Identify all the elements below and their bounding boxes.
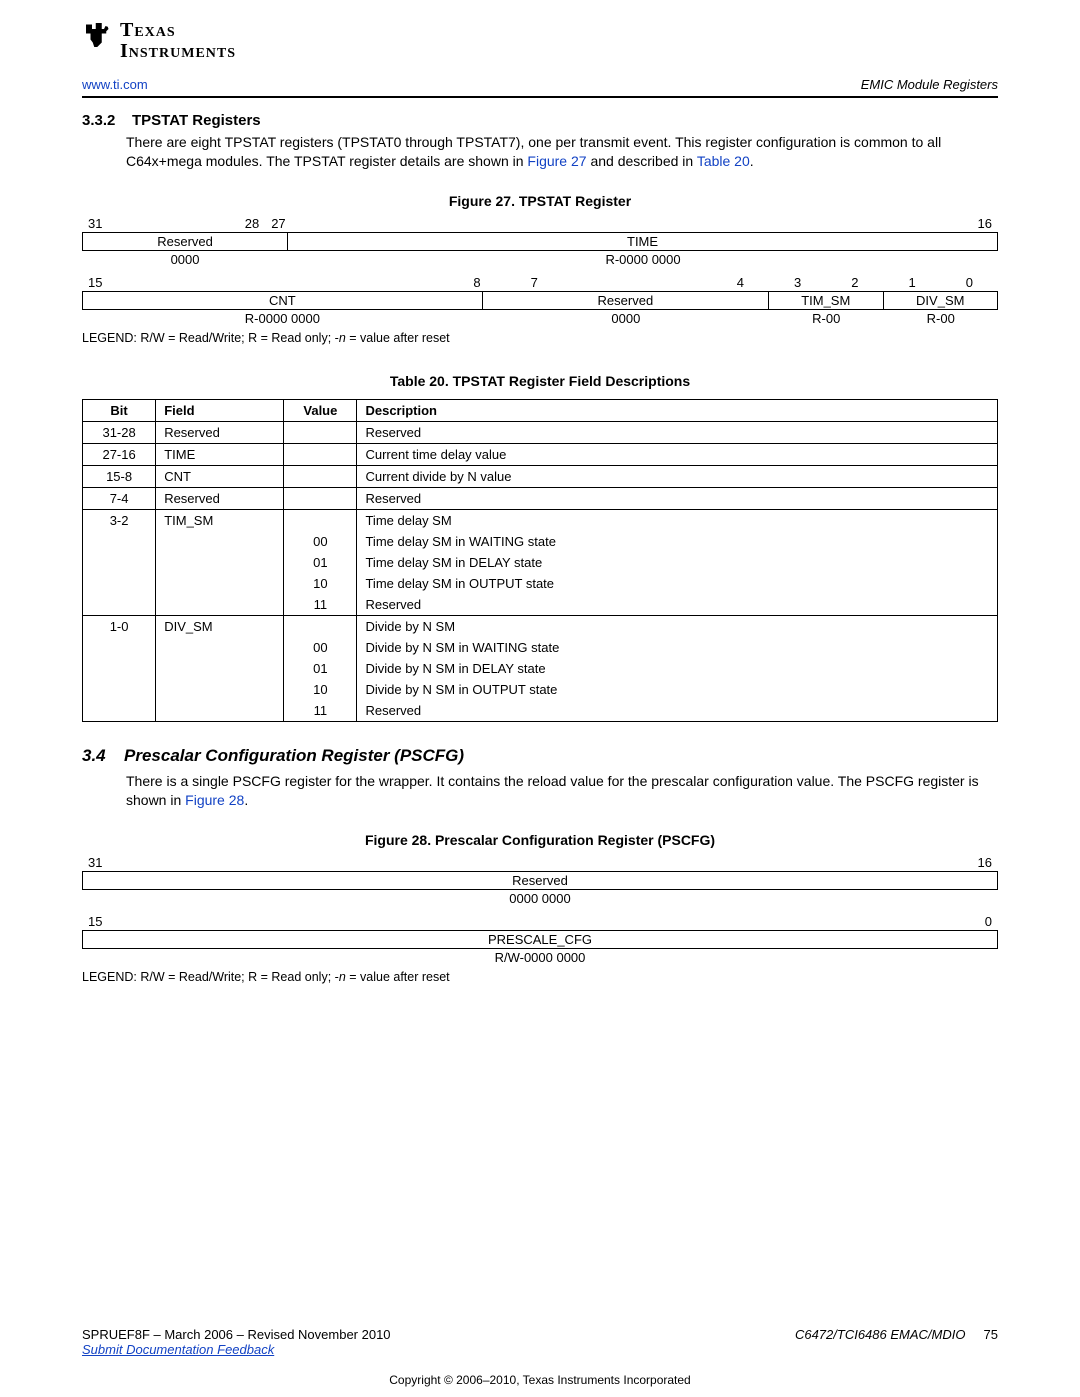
section-3-4-paragraph: There is a single PSCFG register for the… — [126, 772, 998, 810]
table-row: 11Reserved — [83, 594, 998, 616]
table-row: 3-2TIM_SMTime delay SM — [83, 509, 998, 531]
fig28-bitnums-bot: 15 0 — [82, 913, 998, 930]
fig28-row2-field: PRESCALE_CFG — [82, 930, 998, 949]
feedback-link[interactable]: Submit Documentation Feedback — [82, 1342, 998, 1357]
header-rule — [82, 96, 998, 98]
fig27-legend: LEGEND: R/W = Read/Write; R = Read only;… — [82, 331, 998, 345]
logo-text-2: Instruments — [120, 41, 236, 62]
table-row: 31-28ReservedReserved — [83, 421, 998, 443]
figure-27-caption: Figure 27. TPSTAT Register — [82, 193, 998, 209]
page-number: 75 — [984, 1327, 998, 1342]
ti-logo-icon — [82, 20, 114, 50]
table-20-caption: Table 20. TPSTAT Register Field Descript… — [82, 373, 998, 389]
logo-text-1: Texas — [120, 20, 236, 41]
site-url-link[interactable]: www.ti.com — [82, 77, 148, 92]
table-row: 11Reserved — [83, 700, 998, 722]
fig27-row2-reset: R-0000 0000 0000 R-00 R-00 — [82, 310, 998, 327]
table-row: 7-4ReservedReserved — [83, 487, 998, 509]
fig27-row1-fields: Reserved TIME — [82, 232, 998, 251]
table-20-header: Bit Field Value Description — [83, 399, 998, 421]
table-row: 1-0DIV_SMDivide by N SM — [83, 615, 998, 637]
doc-id: SPRUEF8F – March 2006 – Revised November… — [82, 1327, 391, 1342]
field-prescale-cfg: PRESCALE_CFG — [82, 930, 998, 949]
table-row: 10Divide by N SM in OUTPUT state — [83, 679, 998, 700]
field-reserved: Reserved — [82, 232, 288, 251]
fig27-bitnums-bot: 15 8 7 4 3 2 1 0 — [82, 274, 998, 291]
table-20-link[interactable]: Table 20 — [697, 153, 750, 169]
figure-28-link[interactable]: Figure 28 — [185, 792, 244, 808]
table-row: 00Time delay SM in WAITING state — [83, 531, 998, 552]
field-tim-sm: TIM_SM — [769, 291, 884, 310]
fig28-bitnums-top: 31 16 — [82, 854, 998, 871]
fig28-row1-field: Reserved — [82, 871, 998, 890]
table-row: 10Time delay SM in OUTPUT state — [83, 573, 998, 594]
ti-logo: Texas Instruments — [82, 20, 236, 62]
fig28-row2-reset: R/W-0000 0000 — [82, 949, 998, 966]
section-3-3-2-paragraph: There are eight TPSTAT registers (TPSTAT… — [126, 133, 998, 171]
table-row: 15-8CNTCurrent divide by N value — [83, 465, 998, 487]
field-div-sm: DIV_SM — [884, 291, 999, 310]
doc-title: C6472/TCI6486 EMAC/MDIO — [795, 1327, 966, 1342]
table-row: 01Time delay SM in DELAY state — [83, 552, 998, 573]
table-row: 00Divide by N SM in WAITING state — [83, 637, 998, 658]
field-reserved-3: Reserved — [82, 871, 998, 890]
fig27-row1-reset: 0000 R-0000 0000 — [82, 251, 998, 268]
table-row: 27-16TIMECurrent time delay value — [83, 443, 998, 465]
copyright: Copyright © 2006–2010, Texas Instruments… — [82, 1373, 998, 1387]
field-cnt: CNT — [82, 291, 483, 310]
field-time: TIME — [288, 232, 998, 251]
fig28-row1-reset: 0000 0000 — [82, 890, 998, 907]
section-3-3-2-heading: 3.3.2TPSTAT Registers — [82, 112, 998, 129]
field-reserved-2: Reserved — [483, 291, 769, 310]
fig27-row2-fields: CNT Reserved TIM_SM DIV_SM — [82, 291, 998, 310]
table-row: 01Divide by N SM in DELAY state — [83, 658, 998, 679]
figure-27-link[interactable]: Figure 27 — [527, 153, 586, 169]
fig28-legend: LEGEND: R/W = Read/Write; R = Read only;… — [82, 970, 998, 984]
table-20: Bit Field Value Description 31-28Reserve… — [82, 399, 998, 722]
fig27-bitnums-top: 31 28 27 16 — [82, 215, 998, 232]
figure-28-caption: Figure 28. Prescalar Configuration Regis… — [82, 832, 998, 848]
section-3-4-heading: 3.4Prescalar Configuration Register (PSC… — [82, 746, 998, 766]
chapter-title: EMIC Module Registers — [861, 77, 998, 92]
